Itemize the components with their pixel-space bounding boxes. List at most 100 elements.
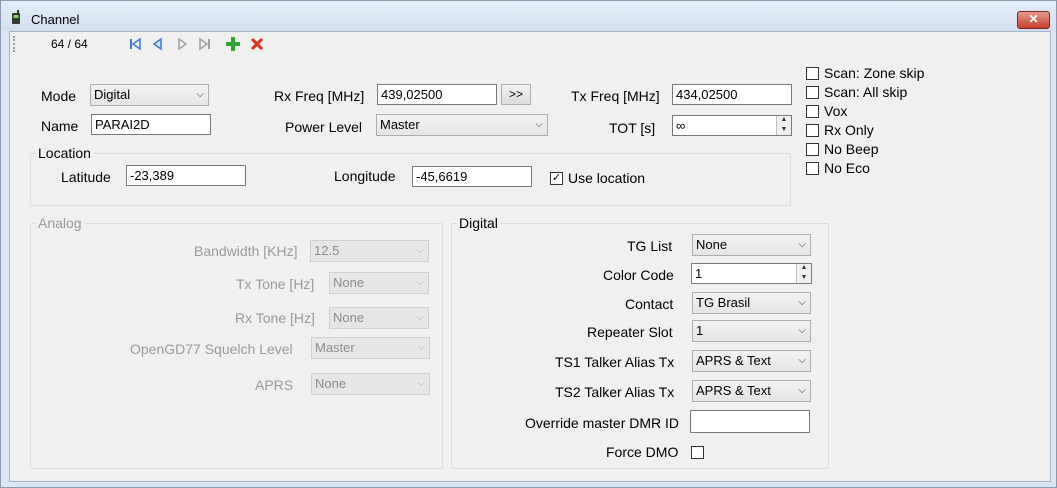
aprs-value: None xyxy=(315,376,347,391)
close-button[interactable]: ✕ xyxy=(1017,11,1050,29)
override-dmr-id-label: Override master DMR ID xyxy=(525,415,680,431)
tot-spinner[interactable]: ▲ ▼ xyxy=(776,116,791,135)
tx-tone-value: None xyxy=(333,275,365,290)
chevron-down-icon: ⌵ xyxy=(798,325,806,336)
chevron-down-icon: ⌵ xyxy=(798,385,806,396)
rx-freq-label: Rx Freq [MHz] xyxy=(274,88,365,104)
chevron-down-icon: ⌵ xyxy=(798,355,806,366)
color-code-spinner[interactable]: ▲ ▼ xyxy=(796,264,811,283)
tot-field[interactable]: ∞ ▲ ▼ xyxy=(672,115,792,136)
squelch-level-label: OpenGD77 Squelch Level xyxy=(130,341,293,357)
mode-value: Digital xyxy=(94,87,131,102)
add-icon[interactable] xyxy=(225,36,241,52)
scan-zone-skip-checkbox[interactable] xyxy=(806,67,819,80)
chevron-down-icon: ⌵ xyxy=(798,297,806,308)
ts1-talker-alias-value: APRS & Text xyxy=(696,353,771,368)
no-eco-label: No Eco xyxy=(824,160,870,176)
digital-group-label: Digital xyxy=(456,215,501,231)
name-label: Name xyxy=(41,118,79,134)
no-beep-label: No Beep xyxy=(824,141,879,157)
ts1-talker-alias-select[interactable]: APRS & Text ⌵ xyxy=(692,350,811,372)
repeater-slot-value: 1 xyxy=(696,323,704,338)
aprs-label: APRS xyxy=(255,377,294,393)
scan-all-skip-checkbox[interactable] xyxy=(806,86,819,99)
first-icon[interactable] xyxy=(127,36,143,52)
channel-window: Channel ✕ 64 / 64 Mode Digital ⌵ Name PAR… xyxy=(0,0,1057,488)
chevron-down-icon: ⌵ xyxy=(416,245,424,256)
rx-tone-select[interactable]: None ⌵ xyxy=(329,307,429,329)
channel-counter: 64 / 64 xyxy=(51,37,88,51)
delete-icon[interactable] xyxy=(249,36,265,52)
window-title: Channel xyxy=(31,12,80,27)
power-level-value: Master xyxy=(380,117,420,132)
color-code-field[interactable]: 1 ▲ ▼ xyxy=(691,263,812,284)
rx-freq-field[interactable]: 439,02500 xyxy=(377,84,497,105)
location-group-label: Location xyxy=(35,145,94,161)
bandwidth-select[interactable]: 12.5 ⌵ xyxy=(310,240,429,262)
channel-form: 64 / 64 Mode Digital ⌵ Name PARAI2D Rx Fr… xyxy=(9,31,1051,482)
prev-icon[interactable] xyxy=(150,36,166,52)
next-icon[interactable] xyxy=(174,36,190,52)
tg-list-select[interactable]: None ⌵ xyxy=(692,234,811,256)
tot-value: ∞ xyxy=(676,118,686,133)
rx-tone-value: None xyxy=(333,310,365,325)
tg-list-label: TG List xyxy=(627,238,673,254)
contact-label: Contact xyxy=(625,296,674,312)
title-bar[interactable]: Channel ✕ xyxy=(1,1,1056,31)
tx-tone-select[interactable]: None ⌵ xyxy=(329,272,429,294)
latitude-label: Latitude xyxy=(61,169,111,185)
repeater-slot-label: Repeater Slot xyxy=(587,324,673,340)
chevron-down-icon: ⌵ xyxy=(196,89,204,100)
name-field[interactable]: PARAI2D xyxy=(91,114,211,135)
squelch-level-select[interactable]: Master ⌵ xyxy=(311,337,430,359)
chevron-down-icon: ⌵ xyxy=(798,239,806,250)
rx-only-checkbox[interactable] xyxy=(806,124,819,137)
mode-select[interactable]: Digital ⌵ xyxy=(90,84,209,106)
use-location-checkbox[interactable]: ✓ xyxy=(550,172,563,185)
mode-label: Mode xyxy=(41,88,77,104)
power-level-label: Power Level xyxy=(285,119,363,135)
use-location-label: Use location xyxy=(568,170,646,186)
tx-freq-field[interactable]: 434,02500 xyxy=(672,84,792,105)
no-eco-checkbox[interactable] xyxy=(806,162,819,175)
vox-label: Vox xyxy=(824,103,848,119)
power-level-select[interactable]: Master ⌵ xyxy=(376,114,548,136)
analog-group-label: Analog xyxy=(35,215,85,231)
contact-value: TG Brasil xyxy=(696,295,751,310)
force-dmo-label: Force DMO xyxy=(606,444,679,460)
chevron-down-icon: ⌵ xyxy=(416,312,424,323)
chevron-down-icon: ⌵ xyxy=(417,378,425,389)
ts2-talker-alias-label: TS2 Talker Alias Tx xyxy=(555,384,675,400)
override-dmr-id-field[interactable] xyxy=(690,410,810,433)
vox-checkbox[interactable] xyxy=(806,105,819,118)
chevron-down-icon: ⌵ xyxy=(535,119,543,130)
bandwidth-label: Bandwidth [KHz] xyxy=(194,243,298,259)
copy-freq-button[interactable]: >> xyxy=(501,84,531,105)
scan-all-skip-label: Scan: All skip xyxy=(824,84,908,100)
no-beep-checkbox[interactable] xyxy=(806,143,819,156)
longitude-field[interactable]: -45,6619 xyxy=(412,166,532,187)
rx-only-label: Rx Only xyxy=(824,122,874,138)
bandwidth-value: 12.5 xyxy=(314,243,340,258)
aprs-select[interactable]: None ⌵ xyxy=(311,373,430,395)
rx-tone-label: Rx Tone [Hz] xyxy=(235,310,315,326)
scan-zone-skip-label: Scan: Zone skip xyxy=(824,65,925,81)
color-code-value: 1 xyxy=(695,266,703,281)
toolbar-grip[interactable] xyxy=(13,36,17,52)
force-dmo-checkbox[interactable] xyxy=(691,446,704,459)
ts2-talker-alias-select[interactable]: APRS & Text ⌵ xyxy=(692,380,811,402)
radio-app-icon xyxy=(12,10,20,24)
tg-list-value: None xyxy=(696,237,728,252)
squelch-level-value: Master xyxy=(315,340,355,355)
contact-select[interactable]: TG Brasil ⌵ xyxy=(692,292,811,314)
ts2-talker-alias-value: APRS & Text xyxy=(696,383,771,398)
longitude-label: Longitude xyxy=(334,168,396,184)
tx-tone-label: Tx Tone [Hz] xyxy=(236,276,315,292)
tot-label: TOT [s] xyxy=(609,120,656,136)
last-icon[interactable] xyxy=(197,36,213,52)
repeater-slot-select[interactable]: 1 ⌵ xyxy=(692,320,811,342)
tx-freq-label: Tx Freq [MHz] xyxy=(571,88,660,104)
latitude-field[interactable]: -23,389 xyxy=(126,165,246,186)
color-code-label: Color Code xyxy=(603,267,674,283)
ts1-talker-alias-label: TS1 Talker Alias Tx xyxy=(555,354,675,370)
